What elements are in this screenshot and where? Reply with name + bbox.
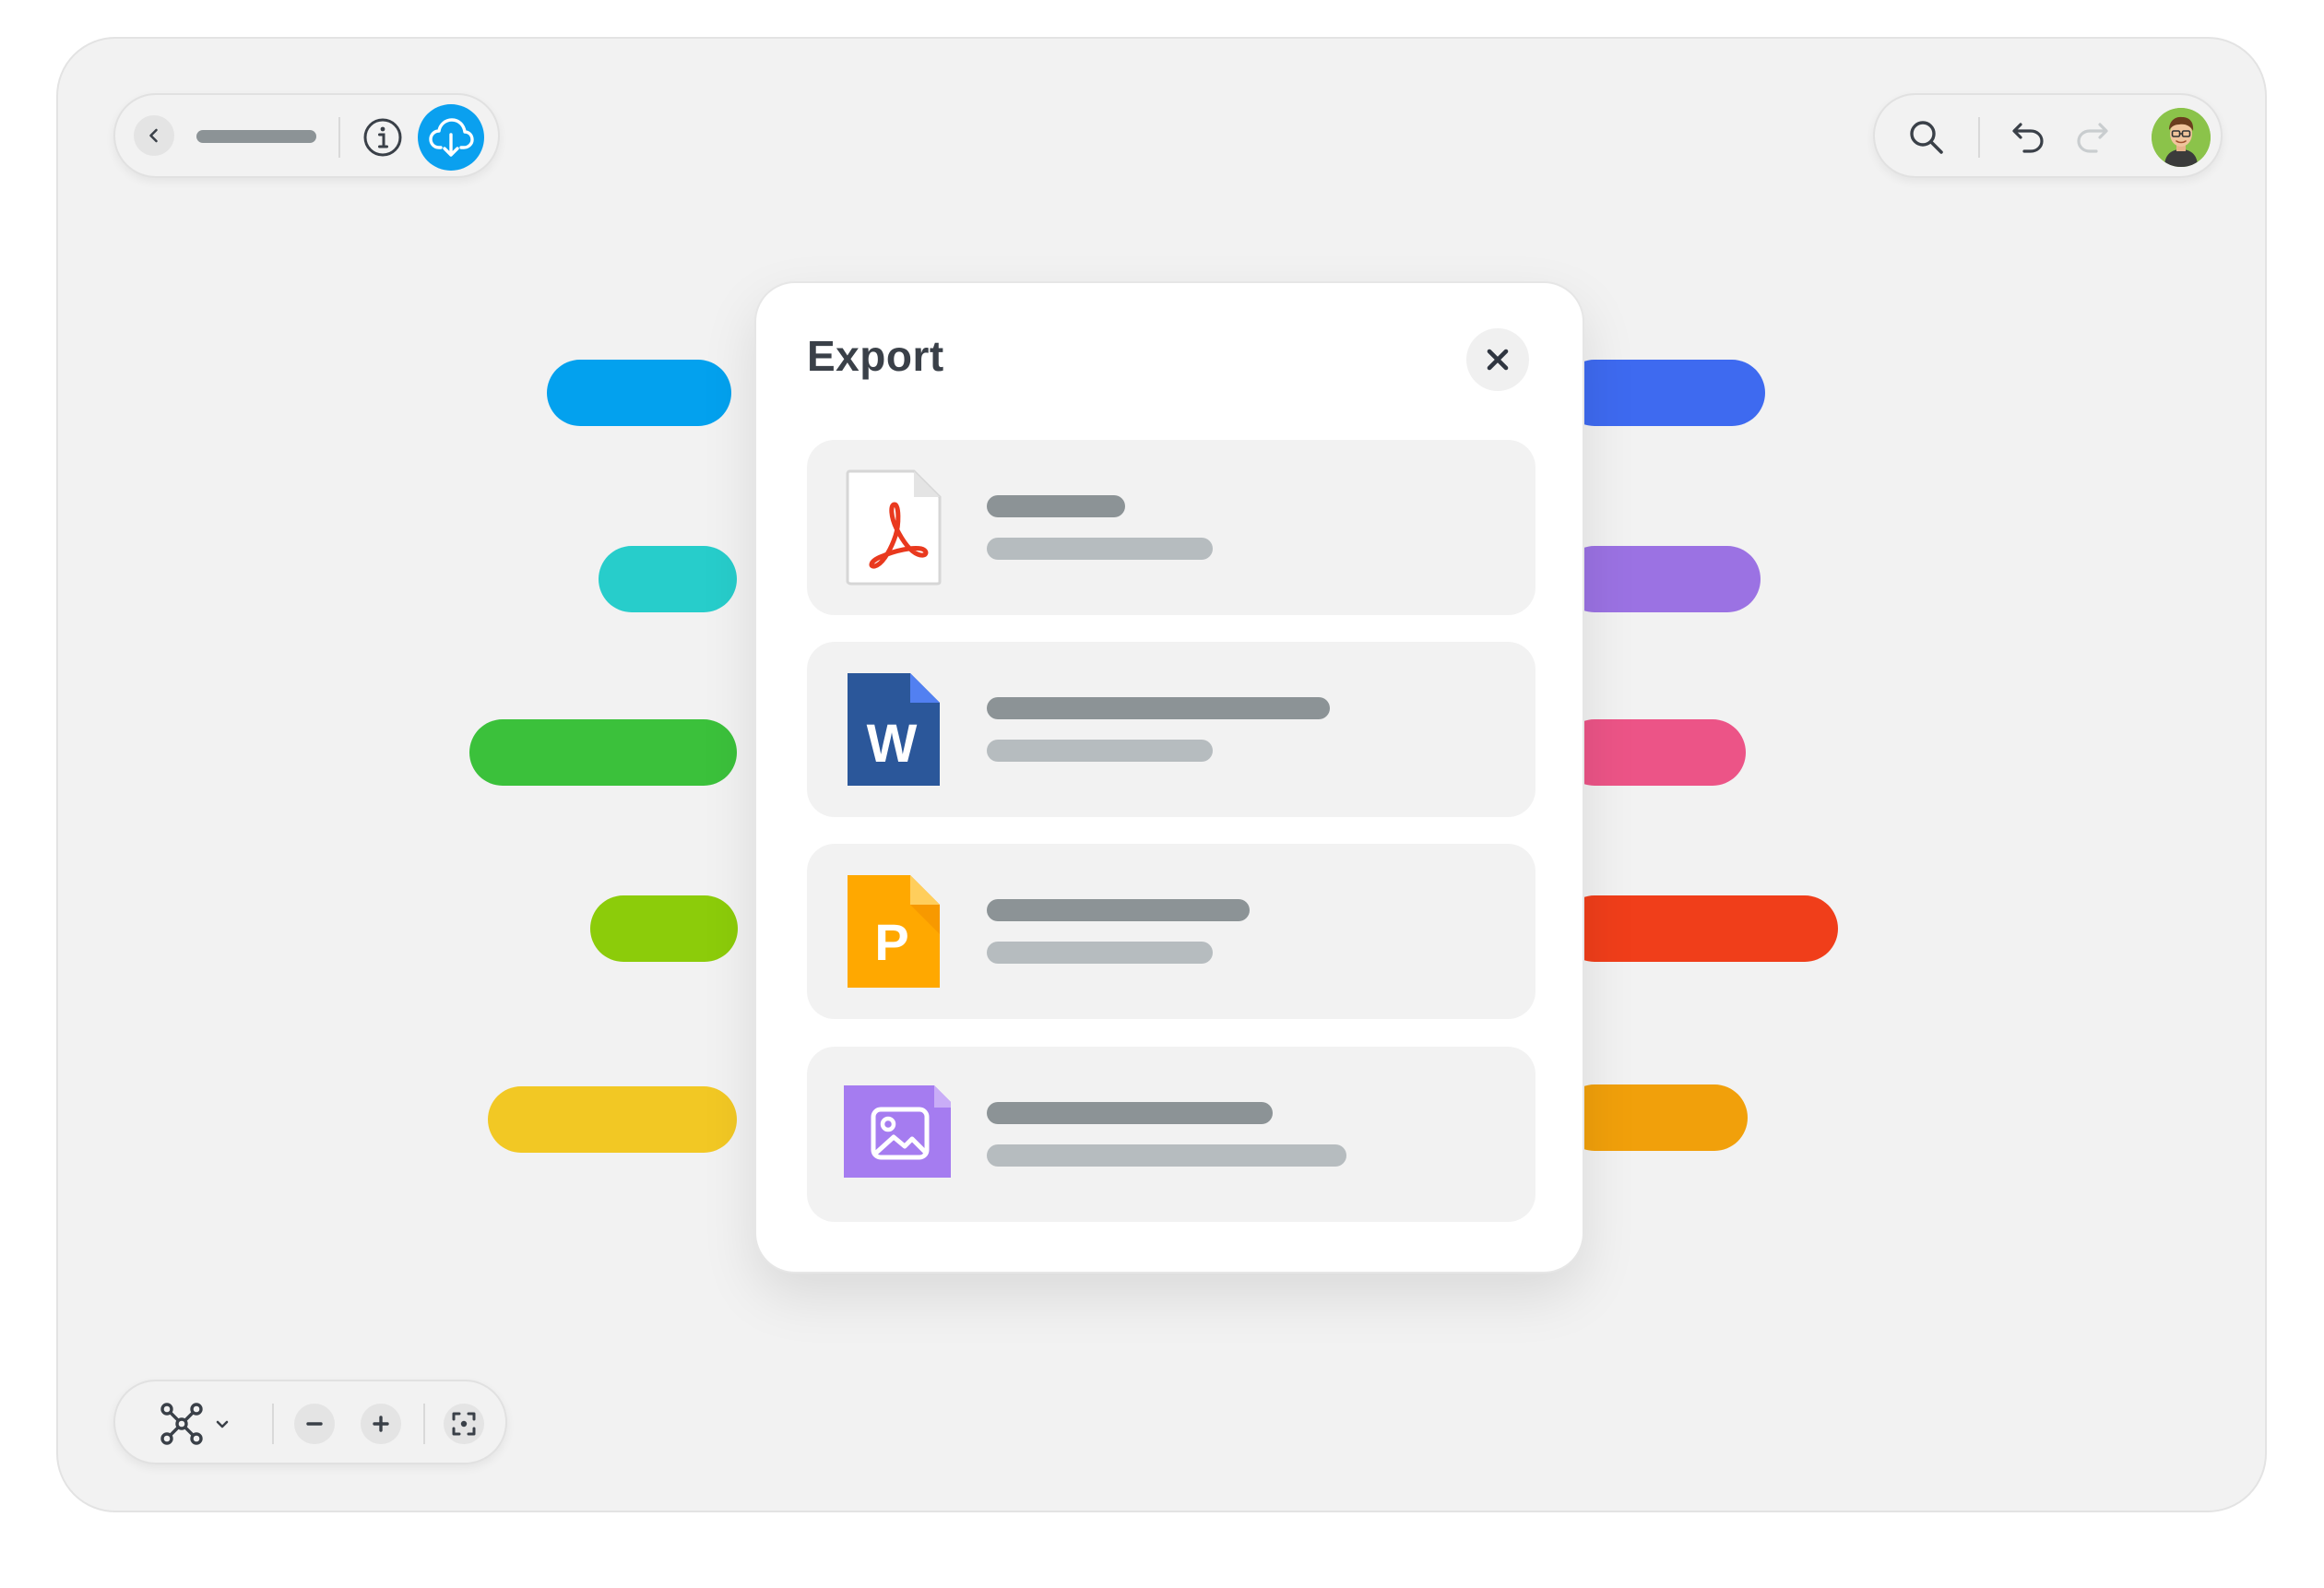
mindmap-layout-icon <box>160 1403 203 1445</box>
redo-icon <box>2077 123 2108 153</box>
close-button[interactable] <box>1466 328 1529 391</box>
close-icon <box>1487 349 1509 371</box>
node-left-3[interactable] <box>469 719 737 786</box>
export-option-pdf[interactable] <box>807 440 1536 615</box>
option-subtitle-placeholder <box>987 942 1213 964</box>
word-file-icon: W <box>848 673 940 786</box>
node-right-3[interactable] <box>1561 719 1746 786</box>
search-button[interactable] <box>1903 113 1951 161</box>
node-right-2[interactable] <box>1561 546 1761 612</box>
document-title-placeholder[interactable] <box>196 130 316 143</box>
image-file-icon <box>844 1085 951 1178</box>
export-option-image[interactable] <box>807 1047 1536 1222</box>
minus-icon <box>306 1422 323 1426</box>
search-icon <box>1910 121 1943 154</box>
info-icon <box>363 118 402 157</box>
avatar-icon <box>2152 108 2211 167</box>
toolbar-divider <box>1978 117 1980 158</box>
node-right-5[interactable] <box>1561 1084 1748 1151</box>
top-left-toolbar <box>113 93 500 178</box>
option-title-placeholder <box>987 495 1125 517</box>
word-letter: W <box>867 714 918 774</box>
dialog-title: Export <box>807 332 944 380</box>
chevron-left-icon <box>149 128 158 143</box>
redo-button[interactable] <box>2069 113 2116 161</box>
layout-button[interactable] <box>154 1400 237 1448</box>
node-left-1[interactable] <box>547 360 731 426</box>
export-option-powerpoint[interactable]: P <box>807 844 1536 1019</box>
option-title-placeholder <box>987 1102 1273 1124</box>
chevron-down-icon <box>216 1420 229 1428</box>
option-subtitle-placeholder <box>987 740 1213 762</box>
user-avatar[interactable] <box>2152 108 2211 167</box>
export-option-word[interactable]: W <box>807 642 1536 817</box>
toolbar-divider <box>272 1404 274 1444</box>
app-window: Export W P <box>56 37 2267 1512</box>
fit-screen-button[interactable] <box>444 1404 484 1444</box>
option-title-placeholder <box>987 697 1330 719</box>
back-button[interactable] <box>134 115 174 156</box>
cloud-download-icon <box>429 118 474 157</box>
node-left-4[interactable] <box>590 895 738 962</box>
toolbar-divider <box>338 117 340 158</box>
pdf-file-icon <box>846 469 942 586</box>
export-dialog: Export W P <box>754 281 1584 1274</box>
node-right-4[interactable] <box>1561 895 1838 962</box>
plus-icon <box>373 1416 389 1432</box>
export-button[interactable] <box>418 104 484 171</box>
fit-screen-icon <box>452 1412 476 1436</box>
undo-icon <box>2012 123 2044 153</box>
zoom-in-button[interactable] <box>361 1404 401 1444</box>
toolbar-divider <box>423 1404 425 1444</box>
top-right-toolbar <box>1873 93 2223 178</box>
option-title-placeholder <box>987 899 1250 921</box>
info-button[interactable] <box>361 115 405 160</box>
powerpoint-file-icon: P <box>848 875 940 988</box>
option-subtitle-placeholder <box>987 1144 1346 1167</box>
undo-button[interactable] <box>2004 113 2052 161</box>
powerpoint-letter: P <box>874 913 908 971</box>
zoom-out-button[interactable] <box>294 1404 335 1444</box>
node-left-5[interactable] <box>488 1086 737 1153</box>
option-subtitle-placeholder <box>987 538 1213 560</box>
bottom-toolbar <box>113 1380 507 1464</box>
node-left-2[interactable] <box>599 546 737 612</box>
node-right-1[interactable] <box>1561 360 1765 426</box>
